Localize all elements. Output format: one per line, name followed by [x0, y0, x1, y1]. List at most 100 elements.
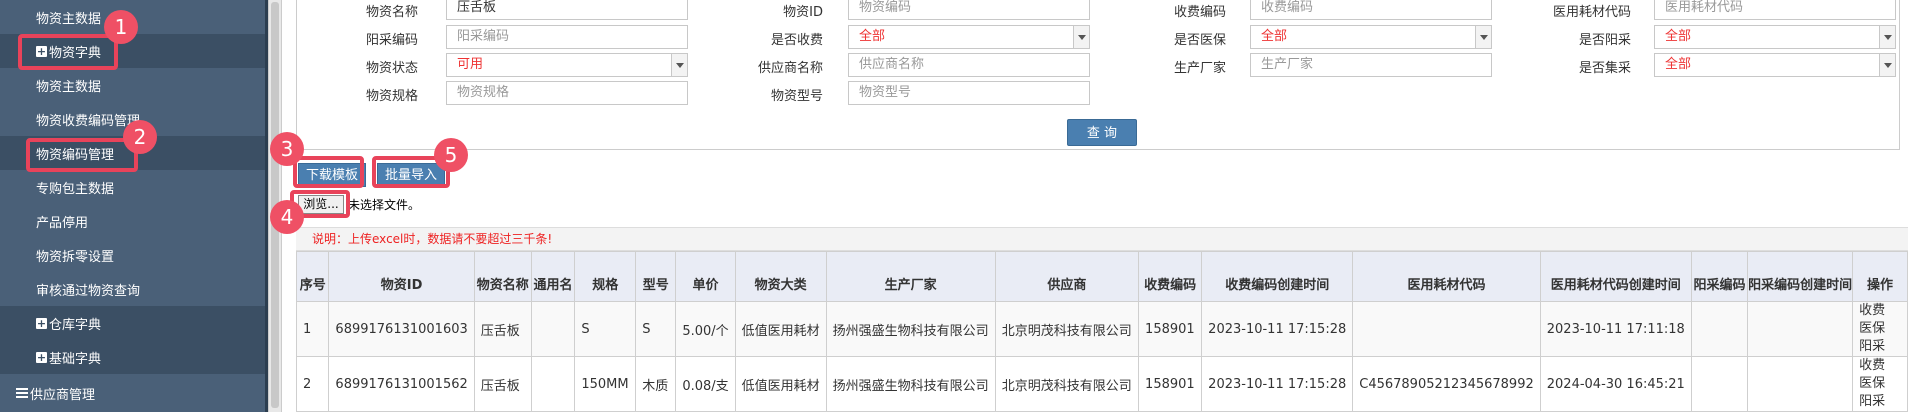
- medical-code-input[interactable]: 医用耗材代码: [1654, 0, 1896, 20]
- is-charged-label: 是否收费: [770, 33, 823, 48]
- is-insured-label: 是否医保: [1173, 33, 1226, 48]
- material-name-label: 物资名称: [365, 5, 418, 20]
- chevron-down-icon[interactable]: [671, 54, 687, 76]
- is-insured-select[interactable]: 全部: [1250, 25, 1492, 49]
- column-header: 医用耗材代码: [1352, 251, 1541, 302]
- table-cell: 2023-10-11 17:15:28: [1201, 301, 1354, 357]
- table-cell: [1747, 356, 1854, 412]
- callout-badge-1: 1: [104, 10, 138, 44]
- table-cell: 扬州强盛生物科技有限公司: [825, 301, 996, 357]
- sunshine-code-input[interactable]: 阳采编码: [446, 25, 688, 49]
- sidebar-item-label: 仓库字典: [49, 317, 102, 333]
- sidebar-item-special-package[interactable]: 专购包主数据: [0, 170, 265, 204]
- table-cell: 5.00/个: [675, 301, 736, 357]
- table-row[interactable]: 1 6899176131001603 压舌板 S S 5.00/个 低值医用耗材…: [295, 301, 1908, 357]
- table-cell: [1690, 301, 1749, 357]
- column-header: 物资ID: [328, 251, 475, 302]
- plus-square-icon: +: [36, 350, 47, 364]
- row-actions[interactable]: 收费 医保 阳采: [1852, 356, 1908, 412]
- column-header: 序号: [295, 251, 330, 302]
- sidebar-group-warehouse-dictionary[interactable]: + 仓库字典: [0, 306, 265, 340]
- column-header: 通用名: [530, 251, 576, 302]
- column-header: 操作: [1852, 251, 1908, 302]
- table-cell: [530, 356, 576, 412]
- table-header-row: 序号 物资ID 物资名称 通用名 规格 型号 单价 物资大类 生产厂家 供应商 …: [295, 251, 1908, 302]
- sidebar-item-material-master[interactable]: 物资主数据: [0, 68, 265, 102]
- table-row[interactable]: 2 6899176131001562 压舌板 150MM 木质 0.08/支 低…: [295, 356, 1908, 412]
- material-model-input[interactable]: 物资型号: [848, 81, 1090, 105]
- column-header: 物资名称: [473, 251, 532, 302]
- table-cell: 北京明茂科技有限公司: [994, 301, 1140, 357]
- row-actions[interactable]: 收费 医保 阳采: [1852, 301, 1908, 357]
- plus-square-icon: +: [36, 316, 47, 330]
- sidebar-item-approved-query[interactable]: 审核通过物资查询: [0, 272, 265, 306]
- column-header: 阳采编码: [1690, 251, 1749, 302]
- column-header: 收费编码创建时间: [1201, 251, 1354, 302]
- table-cell: 158901: [1138, 356, 1203, 412]
- is-sunshine-select[interactable]: 全部: [1654, 25, 1896, 49]
- is-central-label: 是否集采: [1578, 61, 1631, 76]
- table-cell: 6899176131001603: [328, 301, 475, 357]
- table-cell: [530, 301, 576, 357]
- manufacturer-label: 生产厂家: [1173, 61, 1226, 76]
- sidebar-item-label: 物资收费编码管理: [36, 113, 141, 129]
- table-cell: C45678905212345678992: [1352, 356, 1541, 412]
- callout-badge-2: 2: [123, 120, 157, 154]
- charge-code-label: 收费编码: [1173, 5, 1226, 20]
- column-header: 单价: [675, 251, 736, 302]
- table-cell: S: [574, 301, 637, 357]
- select-value: 全部: [1665, 29, 1692, 44]
- material-table: 序号 物资ID 物资名称 通用名 规格 型号 单价 物资大类 生产厂家 供应商 …: [295, 251, 1908, 412]
- is-charged-select[interactable]: 全部: [848, 25, 1090, 49]
- material-id-input[interactable]: 物资编码: [848, 0, 1090, 20]
- table-cell: 低值医用耗材: [734, 356, 827, 412]
- is-sunshine-label: 是否阳采: [1578, 33, 1631, 48]
- table-cell: 2023-10-11 17:15:28: [1201, 356, 1354, 412]
- material-name-input[interactable]: 压舌板: [446, 0, 688, 20]
- column-header: 阳采编码创建时间: [1747, 251, 1854, 302]
- table-cell: 1: [295, 301, 330, 357]
- material-status-label: 物资状态: [365, 61, 418, 76]
- column-header: 医用耗材代码创建时间: [1539, 251, 1692, 302]
- supplier-input[interactable]: 供应商名称: [848, 53, 1090, 77]
- sidebar-item-label: 物资主数据: [36, 11, 102, 27]
- select-value: 全部: [859, 29, 886, 44]
- table-cell: 150MM: [574, 356, 637, 412]
- query-button[interactable]: 查 询: [1067, 119, 1137, 146]
- material-status-select[interactable]: 可用: [446, 53, 688, 77]
- chevron-down-icon[interactable]: [1879, 26, 1895, 48]
- charge-code-input[interactable]: 收费编码: [1250, 0, 1492, 20]
- column-header: 物资大类: [734, 251, 827, 302]
- table-cell: [1747, 301, 1854, 357]
- sidebar-group-basic-dictionary[interactable]: + 基础字典: [0, 340, 265, 374]
- table-cell: 2: [295, 356, 330, 412]
- table-cell: 北京明茂科技有限公司: [994, 356, 1140, 412]
- table-cell: 2023-10-11 17:11:18: [1539, 301, 1692, 357]
- callout-highlight-3: [293, 156, 364, 188]
- column-header: 收费编码: [1138, 251, 1203, 302]
- material-spec-input[interactable]: 物资规格: [446, 81, 688, 105]
- chevron-down-icon[interactable]: [1073, 26, 1089, 48]
- table-cell: 低值医用耗材: [734, 301, 827, 357]
- table-cell: 2024-04-30 16:45:21: [1539, 356, 1692, 412]
- table-cell: 158901: [1138, 301, 1203, 357]
- select-value: 全部: [1261, 29, 1288, 44]
- table-cell: S: [635, 301, 677, 357]
- column-header: 型号: [635, 251, 677, 302]
- sidebar-item-supplier-management[interactable]: 供应商管理: [0, 376, 265, 410]
- sidebar-item-label: 专购包主数据: [36, 181, 115, 197]
- manufacturer-input[interactable]: 生产厂家: [1250, 53, 1492, 77]
- no-file-selected-text: 未选择文件。: [348, 198, 421, 212]
- callout-badge-4: 4: [270, 200, 304, 234]
- select-value: 可用: [457, 57, 484, 72]
- chevron-down-icon[interactable]: [1879, 54, 1895, 76]
- table-cell: 0.08/支: [675, 356, 736, 412]
- callout-badge-5: 5: [434, 138, 468, 172]
- is-central-select[interactable]: 全部: [1654, 53, 1896, 77]
- sidebar-item-label: 基础字典: [49, 351, 102, 367]
- table-cell: 压舌板: [473, 356, 532, 412]
- sidebar-item-split-settings[interactable]: 物资拆零设置: [0, 238, 265, 272]
- chevron-down-icon[interactable]: [1475, 26, 1491, 48]
- table-cell: 压舌板: [473, 301, 532, 357]
- sidebar-item-product-disable[interactable]: 产品停用: [0, 204, 265, 238]
